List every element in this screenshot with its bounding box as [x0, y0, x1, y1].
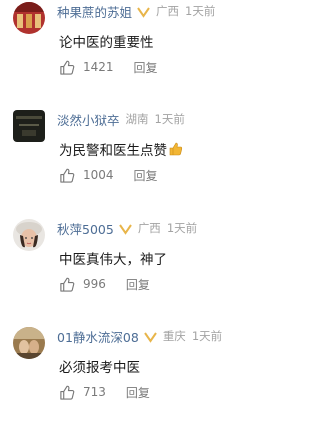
- comment-meta: 种果蔗的苏姐 广西 1天前: [57, 2, 215, 20]
- location: 广西: [156, 4, 180, 18]
- comment-text: 必须报考中医: [59, 360, 140, 376]
- timestamp: 1天前: [185, 4, 216, 18]
- comment-actions: 996 回复: [59, 275, 150, 293]
- comment-text: 中医真伟大，神了: [59, 252, 167, 268]
- comment-meta: 01静水流深08 重庆 1天前: [57, 327, 222, 345]
- avatar[interactable]: [13, 327, 45, 359]
- username[interactable]: 淡然小狱卒: [57, 110, 120, 129]
- thumbs-up-icon: [60, 277, 75, 292]
- comment-item: 种果蔗的苏姐 广西 1天前 论中医的重要性 1421 回复: [0, 0, 331, 101]
- avatar[interactable]: [13, 110, 45, 142]
- verified-badge-icon: [143, 331, 157, 343]
- avatar[interactable]: [13, 2, 45, 34]
- like-button[interactable]: 996: [59, 276, 106, 293]
- timestamp: 1天前: [154, 112, 185, 126]
- comment-actions: 1004 回复: [59, 166, 158, 184]
- comment-text-content: 为民警和医生点赞: [59, 143, 167, 159]
- location: 广西: [137, 221, 161, 235]
- reply-button[interactable]: 回复: [134, 167, 158, 184]
- like-button[interactable]: 1004: [59, 167, 114, 184]
- avatar[interactable]: [13, 219, 45, 251]
- reply-button[interactable]: 回复: [126, 276, 150, 293]
- like-count: 713: [83, 385, 106, 399]
- username[interactable]: 秋萍5005: [57, 219, 114, 238]
- thumbs-up-emoji-icon: [169, 142, 183, 156]
- comment-item: 01静水流深08 重庆 1天前 必须报考中医 713 回复: [0, 325, 331, 426]
- like-count: 1004: [83, 168, 114, 182]
- verified-badge-icon: [118, 223, 132, 235]
- timestamp: 1天前: [191, 329, 223, 343]
- location: 重庆: [162, 329, 186, 343]
- comment-text: 论中医的重要性: [59, 35, 154, 51]
- username[interactable]: 种果蔗的苏姐: [57, 2, 132, 21]
- like-count: 1421: [83, 60, 114, 74]
- timestamp: 1天前: [166, 221, 198, 235]
- comment-meta: 淡然小狱卒 湖南 1天前: [57, 110, 185, 128]
- comment-actions: 713 回复: [59, 383, 150, 401]
- comment-item: 淡然小狱卒 湖南 1天前 为民警和医生点赞 1004 回复: [0, 108, 331, 209]
- comment-meta: 秋萍5005 广西 1天前: [57, 219, 197, 237]
- comment-item: 秋萍5005 广西 1天前 中医真伟大，神了 996 回复: [0, 217, 331, 318]
- comment-actions: 1421 回复: [59, 58, 158, 76]
- username[interactable]: 01静水流深08: [57, 327, 139, 346]
- comment-text: 为民警和医生点赞: [59, 139, 183, 159]
- verified-badge-icon: [137, 6, 150, 18]
- thumbs-up-icon: [60, 60, 75, 75]
- like-button[interactable]: 713: [59, 384, 106, 401]
- like-button[interactable]: 1421: [59, 59, 114, 76]
- reply-button[interactable]: 回复: [126, 384, 150, 401]
- location: 湖南: [125, 112, 149, 126]
- like-count: 996: [83, 277, 106, 291]
- reply-button[interactable]: 回复: [134, 59, 158, 76]
- thumbs-up-icon: [60, 385, 75, 400]
- thumbs-up-icon: [60, 168, 75, 183]
